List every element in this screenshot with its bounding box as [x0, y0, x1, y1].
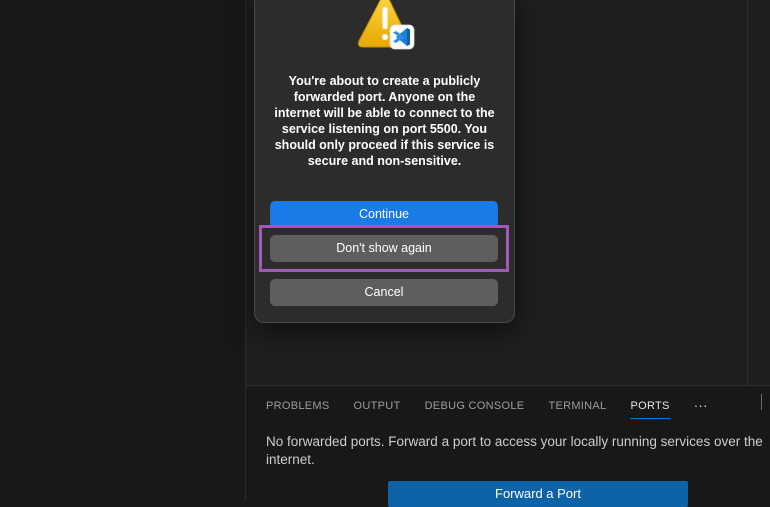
- vscode-icon: [389, 24, 415, 50]
- panel-tabs: PROBLEMS OUTPUT DEBUG CONSOLE TERMINAL P…: [266, 396, 708, 420]
- continue-button[interactable]: Continue: [270, 201, 498, 228]
- editor-ruler: [747, 0, 748, 385]
- warning-icon: [358, 0, 415, 50]
- tab-problems[interactable]: PROBLEMS: [266, 398, 330, 418]
- panel-divider: [761, 394, 762, 410]
- dialog-message: You're about to create a publicly forwar…: [274, 74, 495, 168]
- bottom-panel: PROBLEMS OUTPUT DEBUG CONSOLE TERMINAL P…: [246, 385, 770, 507]
- forward-port-dialog: You're about to create a publicly forwar…: [254, 0, 515, 323]
- tab-terminal[interactable]: TERMINAL: [548, 398, 606, 418]
- forward-port-button[interactable]: Forward a Port: [388, 481, 688, 507]
- tab-ports[interactable]: PORTS: [630, 398, 670, 419]
- tab-debug-console[interactable]: DEBUG CONSOLE: [425, 398, 525, 418]
- more-actions-icon[interactable]: ···: [694, 398, 708, 412]
- dont-show-again-button[interactable]: Don't show again: [270, 235, 498, 262]
- sidebar: [0, 0, 246, 500]
- ports-empty-message: No forwarded ports. Forward a port to ac…: [266, 434, 763, 467]
- cancel-button[interactable]: Cancel: [270, 279, 498, 306]
- tab-output[interactable]: OUTPUT: [354, 398, 401, 418]
